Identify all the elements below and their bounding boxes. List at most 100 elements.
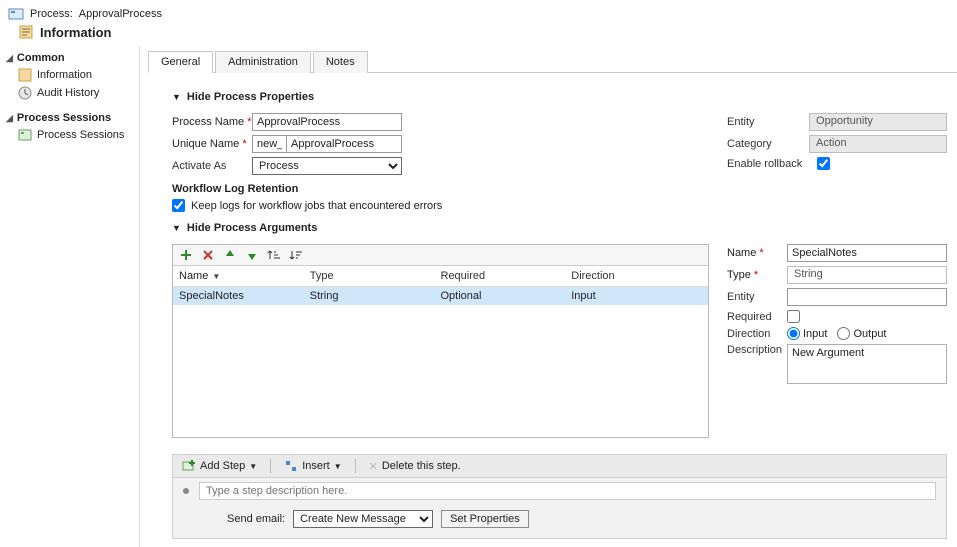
category-label: Category (727, 138, 809, 150)
category-field: Action (809, 135, 947, 153)
tab-label: General (161, 56, 200, 68)
section-process-arguments[interactable]: ▼ Hide Process Arguments (172, 222, 947, 234)
sort-asc-icon[interactable] (267, 248, 281, 262)
arg-direction-output-radio[interactable]: Output (837, 327, 886, 340)
steps-toolbar: Add Step ▼ Insert ▼ ✕ Delete this step. (173, 455, 946, 478)
arg-cell-direction: Input (571, 290, 702, 302)
insert-button[interactable]: Insert ▼ (281, 458, 344, 474)
sessions-icon (18, 128, 32, 142)
delete-icon: ✕ (369, 460, 378, 473)
add-step-label: Add Step (200, 460, 245, 472)
arg-type-field: String (787, 266, 947, 284)
arg-cell-name: SpecialNotes (179, 290, 310, 302)
arg-name-label: Name * (727, 247, 787, 259)
page-title: Information (40, 25, 112, 40)
tab-general[interactable]: General (148, 51, 213, 73)
entity-field: Opportunity (809, 113, 947, 131)
sidebar-section-common[interactable]: ◢ Common (6, 50, 133, 66)
process-prefix: Process: (30, 8, 73, 20)
tab-administration[interactable]: Administration (215, 51, 311, 73)
activate-as-select[interactable]: Process (252, 157, 402, 175)
process-name-text: ApprovalProcess (79, 8, 162, 20)
insert-label: Insert (302, 460, 330, 472)
sort-caret-icon: ▼ (212, 272, 220, 281)
caret-icon: ◢ (6, 113, 13, 124)
tab-strip: General Administration Notes (148, 50, 957, 73)
window-header: Process: ApprovalProcess Information (0, 0, 957, 46)
process-icon (8, 6, 24, 22)
workflow-log-heading: Workflow Log Retention (172, 183, 687, 195)
tab-label: Administration (228, 56, 298, 68)
enable-rollback-checkbox[interactable] (817, 157, 830, 170)
arg-required-checkbox[interactable] (787, 310, 800, 323)
workflow-log-checkbox[interactable] (172, 199, 185, 212)
sidebar-item-label: Information (37, 69, 92, 81)
col-type[interactable]: Type (310, 270, 441, 282)
chevron-down-icon: ▼ (172, 223, 181, 233)
sidebar-section-label: Common (17, 52, 65, 64)
arg-entity-input[interactable] (787, 288, 947, 306)
tab-label: Notes (326, 56, 355, 68)
chevron-down-icon: ▼ (334, 462, 342, 471)
sidebar-item-label: Process Sessions (37, 129, 124, 141)
chevron-down-icon: ▼ (249, 462, 257, 471)
section-process-properties[interactable]: ▼ Hide Process Properties (172, 91, 947, 103)
arguments-toolbar (173, 245, 708, 266)
process-name-input[interactable] (252, 113, 402, 131)
argument-row[interactable]: SpecialNotes String Optional Input (173, 287, 708, 305)
toolbar-separator (270, 459, 271, 473)
col-direction[interactable]: Direction (571, 270, 702, 282)
toolbar-separator (355, 459, 356, 473)
sidebar-section-process-sessions[interactable]: ◢ Process Sessions (6, 110, 133, 126)
sort-desc-icon[interactable] (289, 248, 303, 262)
delete-icon[interactable] (201, 248, 215, 262)
sidebar-item-audit-history[interactable]: Audit History (6, 84, 133, 102)
step-bullet-icon (183, 488, 189, 494)
section-title: Hide Process Properties (187, 91, 314, 103)
history-icon (18, 86, 32, 100)
arg-entity-label: Entity (727, 291, 787, 303)
arg-required-label: Required (727, 311, 787, 323)
entity-label: Entity (727, 116, 809, 128)
unique-name-input[interactable] (286, 135, 402, 153)
send-email-label: Send email: (227, 513, 285, 525)
arg-description-input[interactable]: New Argument (787, 344, 947, 384)
arg-direction-label: Direction (727, 328, 787, 340)
arg-direction-input-radio[interactable]: Input (787, 327, 827, 340)
enable-rollback-label: Enable rollback (727, 158, 817, 170)
unique-name-label: Unique Name * (172, 138, 252, 150)
sidebar-item-process-sessions[interactable]: Process Sessions (6, 126, 133, 144)
arguments-grid-header: Name▼ Type Required Direction (173, 266, 708, 287)
add-step-icon (182, 459, 196, 473)
arg-description-label: Description (727, 344, 787, 356)
send-email-select[interactable]: Create New Message (293, 510, 433, 528)
activate-as-label: Activate As (172, 160, 252, 172)
argument-detail-panel: Name * Type * String Entity Required (727, 244, 947, 438)
add-icon[interactable] (179, 248, 193, 262)
workflow-log-label: Keep logs for workflow jobs that encount… (191, 200, 442, 212)
sidebar: ◢ Common Information Audit History ◢ Pro… (0, 46, 140, 547)
set-properties-button[interactable]: Set Properties (441, 510, 529, 528)
arg-name-input[interactable] (787, 244, 947, 262)
arguments-grid: Name▼ Type Required Direction SpecialNot… (172, 244, 709, 438)
move-down-icon[interactable] (245, 248, 259, 262)
unique-name-prefix[interactable] (252, 135, 286, 153)
delete-step-button[interactable]: ✕ Delete this step. (366, 459, 464, 474)
delete-step-label: Delete this step. (382, 460, 461, 472)
col-name[interactable]: Name▼ (179, 270, 310, 282)
sidebar-item-information[interactable]: Information (6, 66, 133, 84)
chevron-down-icon: ▼ (172, 92, 181, 102)
caret-icon: ◢ (6, 53, 13, 64)
steps-panel: Add Step ▼ Insert ▼ ✕ Delete this step. (172, 454, 947, 539)
tab-notes[interactable]: Notes (313, 51, 368, 73)
move-up-icon[interactable] (223, 248, 237, 262)
step-description-input[interactable] (199, 482, 936, 500)
sidebar-item-label: Audit History (37, 87, 99, 99)
col-required[interactable]: Required (441, 270, 572, 282)
step-send-email: Send email: Create New Message Set Prope… (173, 504, 946, 538)
info-icon (18, 68, 32, 82)
arguments-grid-body[interactable]: SpecialNotes String Optional Input (173, 287, 708, 437)
process-name-label: Process Name * (172, 116, 252, 128)
step-row[interactable] (173, 478, 946, 504)
add-step-button[interactable]: Add Step ▼ (179, 458, 260, 474)
